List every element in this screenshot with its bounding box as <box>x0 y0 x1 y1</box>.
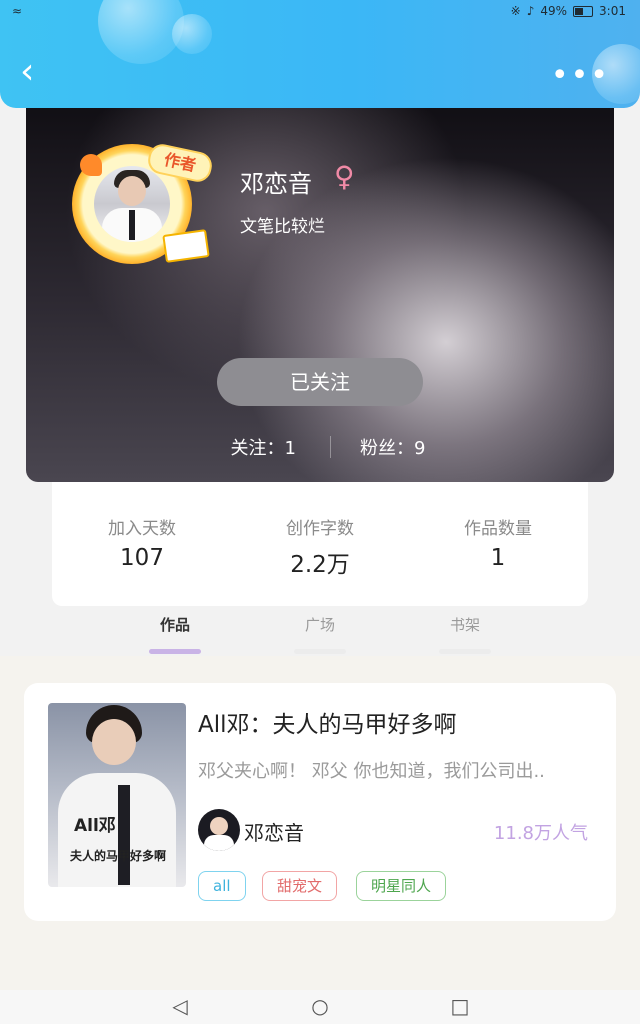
mute-icon: ♪ <box>526 4 535 18</box>
book-card[interactable]: All邓 夫人的马甲好多啊 All邓：夫人的马甲好多啊 邓父夹心啊！ 邓父 你也… <box>24 683 616 921</box>
more-button[interactable]: ••• <box>551 58 610 93</box>
tag-celebrity-fanfic[interactable]: 明星同人 <box>356 871 447 901</box>
stats-card: 加入天数 107 创作字数 2.2万 作品数量 1 <box>52 482 588 606</box>
stat-label: 作品数量 <box>464 519 532 539</box>
book-excerpt: 邓父夹心啊！ 邓父 你也知道，我们公司出.. <box>198 761 545 782</box>
author-name[interactable]: 邓恋音 <box>244 817 304 846</box>
following-count[interactable]: 关注：1 <box>231 434 296 460</box>
stat-value: 107 <box>120 545 164 571</box>
back-button[interactable]: ‹ <box>20 52 50 92</box>
chevron-left-icon: ‹ <box>20 51 35 92</box>
tab-label: 广场 <box>304 616 335 634</box>
tab-bar: 作品 广场 书架 <box>0 608 640 654</box>
system-nav-bar: ◁ ○ □ <box>0 990 640 1024</box>
square-recents-icon: □ <box>450 994 470 1018</box>
battery-icon <box>573 5 594 17</box>
tab-square[interactable]: 广场 <box>290 614 350 654</box>
bluetooth-icon: ※ <box>510 4 521 18</box>
tag-all[interactable]: all <box>198 871 246 901</box>
tab-works[interactable]: 作品 <box>145 614 205 654</box>
tab-indicator <box>294 649 346 654</box>
nav-home-button[interactable]: ○ <box>305 994 335 1018</box>
avatar-frame[interactable]: 作者 <box>72 141 215 264</box>
tab-label: 书架 <box>449 616 480 634</box>
triangle-back-icon: ◁ <box>172 994 188 1018</box>
status-bar: ≈ ※ ♪ 49% 3:01 <box>0 4 640 22</box>
stat-value: 2.2万 <box>290 552 350 578</box>
user-name: 邓恋音 <box>240 170 312 198</box>
stat-works-count: 作品数量 1 <box>408 514 588 571</box>
stat-label: 创作字数 <box>286 519 354 539</box>
nav-back-button[interactable]: ◁ <box>165 994 195 1018</box>
status-time: 3:01 <box>599 4 626 18</box>
tab-bookshelf[interactable]: 书架 <box>435 614 495 654</box>
nav-recents-button[interactable]: □ <box>445 994 475 1018</box>
stat-word-count: 创作字数 2.2万 <box>230 514 410 579</box>
hat-icon <box>80 154 102 176</box>
popularity-count: 11.8万人气 <box>493 823 588 844</box>
wifi-icon: ≈ <box>12 4 23 18</box>
tab-label: 作品 <box>159 616 190 634</box>
stat-join-days: 加入天数 107 <box>52 514 232 571</box>
book-cover[interactable]: All邓 夫人的马甲好多啊 <box>48 703 186 887</box>
stat-value: 1 <box>490 545 506 571</box>
tab-indicator <box>439 649 491 654</box>
user-bio: 文笔比较烂 <box>240 217 325 237</box>
tab-indicator <box>149 649 201 654</box>
top-header: ≈ ※ ♪ 49% 3:01 ‹ ••• <box>0 0 640 108</box>
tag-sweet-romance[interactable]: 甜宠文 <box>262 871 338 901</box>
more-dots-icon: ••• <box>550 58 610 93</box>
cover-title: All邓 <box>74 816 116 836</box>
avatar <box>94 166 170 242</box>
battery-percent: 49% <box>540 4 568 18</box>
female-icon: ♀ <box>334 160 355 193</box>
author-avatar[interactable] <box>198 809 240 851</box>
cover-subtitle: 夫人的马甲好多啊 <box>70 849 167 863</box>
stat-label: 加入天数 <box>108 519 176 539</box>
profile-card: 作者 邓恋音 ♀ 文笔比较烂 已关注 关注：1 粉丝：9 <box>26 92 614 482</box>
fans-count[interactable]: 粉丝：9 <box>360 434 425 460</box>
book-icon <box>162 229 210 263</box>
follow-stats: 关注：1 粉丝：9 <box>26 432 614 462</box>
divider <box>330 436 331 458</box>
book-title[interactable]: All邓：夫人的马甲好多啊 <box>198 705 457 739</box>
followed-button[interactable]: 已关注 <box>217 358 423 406</box>
circle-home-icon: ○ <box>311 994 329 1018</box>
